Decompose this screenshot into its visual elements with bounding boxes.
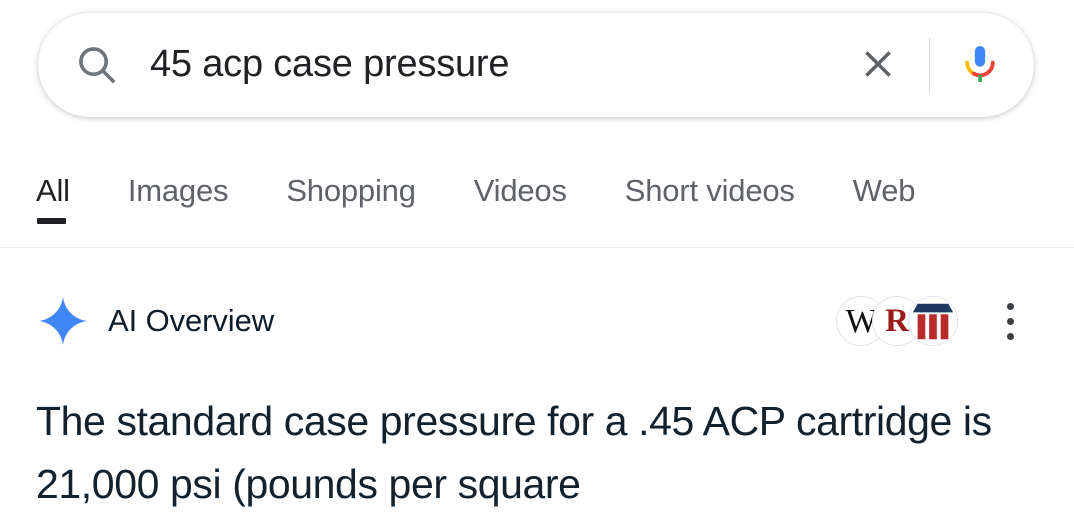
ai-overview-answer-text: The standard case pressure for a .45 ACP… xyxy=(36,398,992,507)
search-bar[interactable] xyxy=(38,13,1034,117)
source-r-favicon-glyph: R xyxy=(885,303,909,339)
kebab-dot xyxy=(1006,302,1014,310)
tabs-bottom-divider xyxy=(0,247,1074,248)
source-ti-favicon xyxy=(908,296,958,346)
tab-all[interactable]: All xyxy=(36,160,70,224)
search-icon xyxy=(74,42,120,88)
ai-overview-body: The standard case pressure for a .45 ACP… xyxy=(36,390,996,514)
search-bar-divider xyxy=(929,38,930,92)
tab-short-videos[interactable]: Short videos xyxy=(625,160,795,208)
kebab-dot xyxy=(1006,332,1014,340)
ai-overview-title: AI Overview xyxy=(108,303,274,338)
tab-web[interactable]: Web xyxy=(853,160,916,208)
kebab-dot xyxy=(1006,317,1014,325)
voice-search-button[interactable] xyxy=(956,41,1004,89)
tab-shopping[interactable]: Shopping xyxy=(286,160,416,208)
sparkle-icon xyxy=(38,296,88,346)
clear-search-button[interactable] xyxy=(851,38,905,92)
close-icon xyxy=(858,44,898,87)
search-input[interactable] xyxy=(150,44,851,86)
ai-overview-sources[interactable]: W R xyxy=(836,296,958,346)
search-tabs[interactable]: All Images Shopping Videos Short videos … xyxy=(0,160,1074,248)
ai-overview-header: AI Overview W R xyxy=(38,292,1036,350)
more-options-icon[interactable] xyxy=(984,295,1036,347)
microphone-icon xyxy=(958,42,1002,89)
search-tabs-bar: All Images Shopping Videos Short videos … xyxy=(0,160,1074,248)
search-results-screen: All Images Shopping Videos Short videos … xyxy=(0,0,1074,514)
tab-images[interactable]: Images xyxy=(128,160,229,208)
tab-videos[interactable]: Videos xyxy=(474,160,567,208)
search-bar-container xyxy=(38,13,1034,117)
